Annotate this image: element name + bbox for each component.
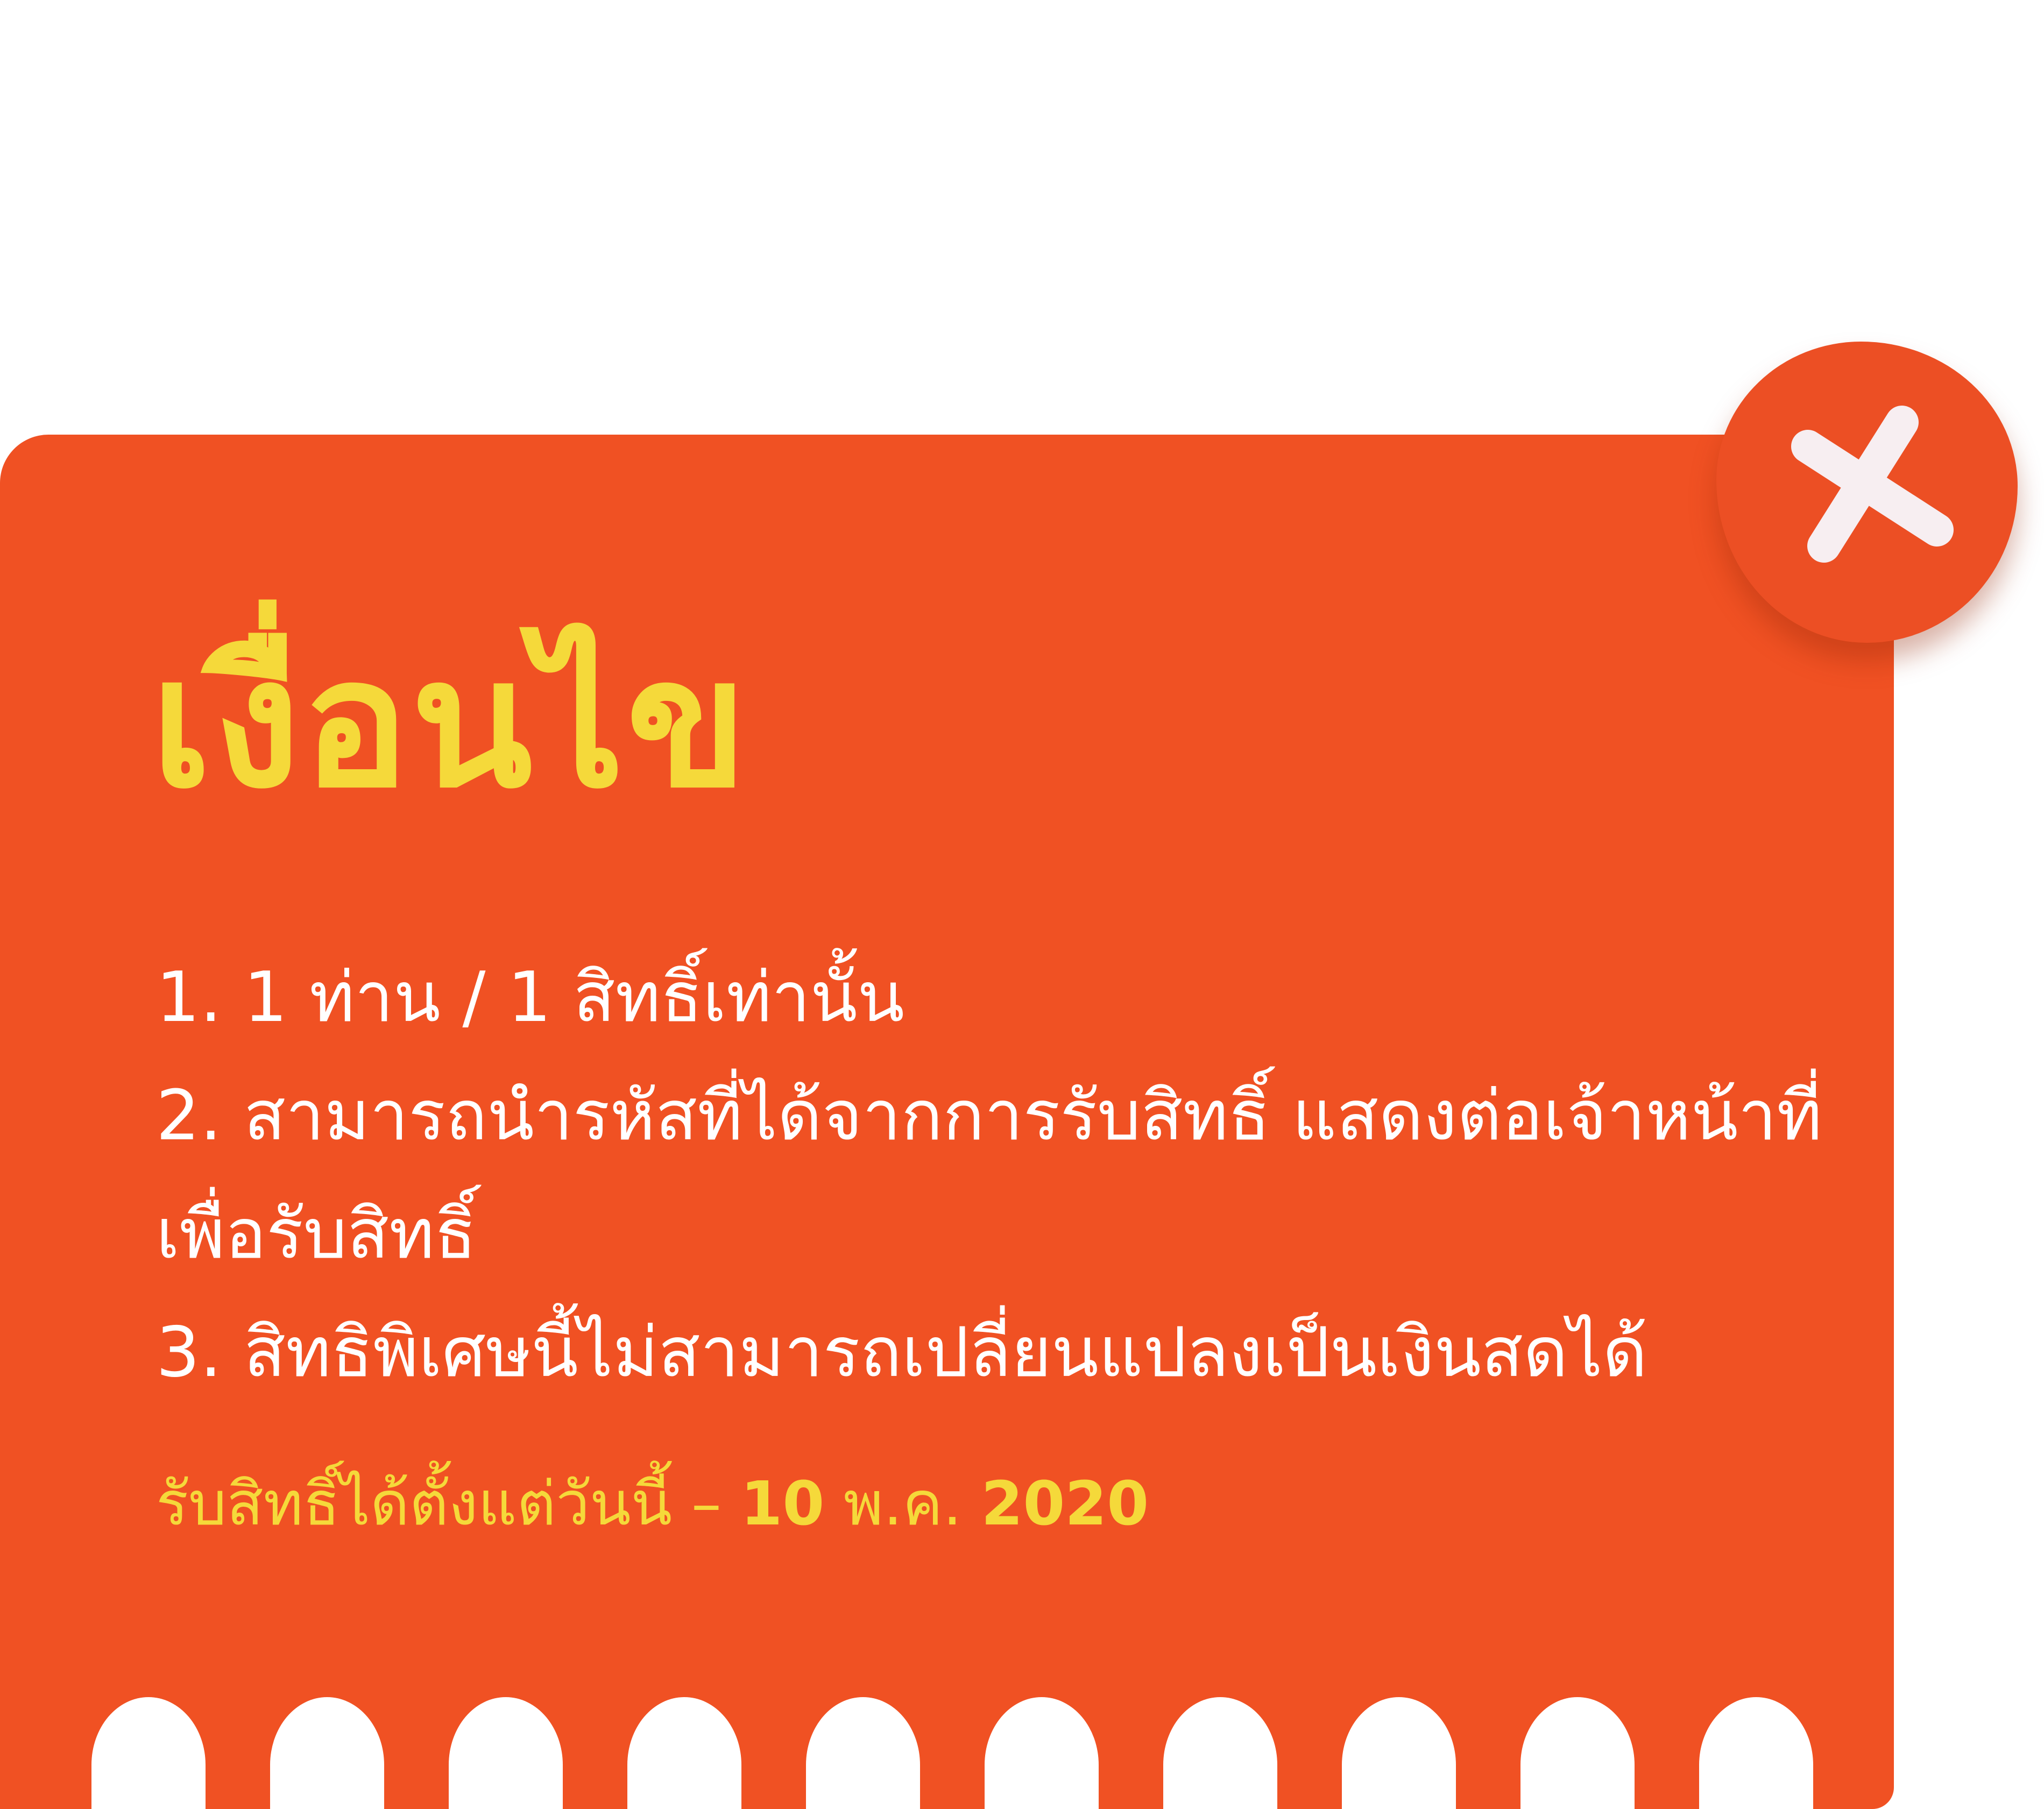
condition-item: 1. 1 ท่าน / 1 สิทธิ์เท่านั้น <box>156 957 904 1038</box>
validity-day: 10 <box>740 1469 825 1539</box>
validity-year: 2020 <box>981 1469 1149 1539</box>
ticket-scallop <box>1699 1697 1813 1809</box>
close-button[interactable] <box>1716 342 2018 643</box>
ticket-scallop <box>1163 1697 1277 1809</box>
ticket-scallop <box>91 1697 206 1809</box>
ticket-scallop <box>1342 1697 1456 1809</box>
validity-period: รับสิทธิ์ได้ตั้งแต่วันนี้ – 10 พ.ค. 2020 <box>156 1474 1149 1534</box>
ticket-scallop <box>627 1697 741 1809</box>
condition-item: 3. สิทธิพิเศษนี้ไม่สามารถเปลี่ยนแปลงเป็น… <box>156 1313 1647 1393</box>
condition-item: 2. สามารถนำรหัสที่ได้จากการรับสิทธิ์ แสด… <box>156 1076 1822 1274</box>
popup-title: เงื่อนไข <box>151 620 750 827</box>
close-icon <box>1791 406 1954 563</box>
ticket-scallop <box>985 1697 1099 1809</box>
ticket-scallop <box>806 1697 920 1809</box>
ticket-scallop <box>270 1697 384 1809</box>
conditions-list: 1. 1 ท่าน / 1 สิทธิ์เท่านั้น 2. สามารถนำ… <box>156 939 1851 1412</box>
ticket-scallop <box>1520 1697 1635 1809</box>
validity-month: พ.ค. <box>824 1469 981 1539</box>
validity-prefix: รับสิทธิ์ได้ตั้งแต่วันนี้ – <box>156 1469 741 1539</box>
ticket-scallop <box>449 1697 563 1809</box>
